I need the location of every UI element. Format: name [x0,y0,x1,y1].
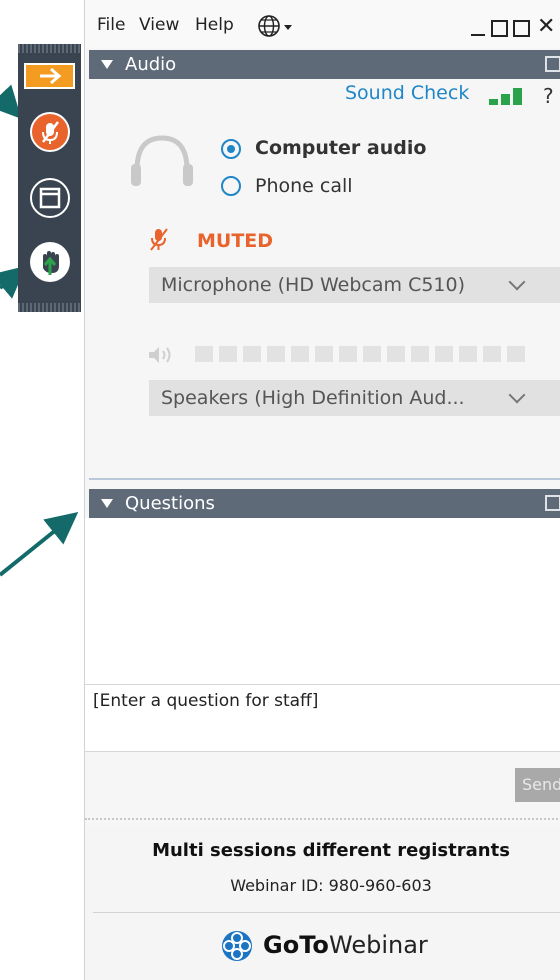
mute-microphone-button[interactable] [30,112,70,152]
question-input[interactable]: [Enter a question for staff] [85,684,560,752]
close-button[interactable]: ✕ [537,14,555,39]
speaker-volume-icon [149,347,171,363]
minimize-button[interactable] [471,34,485,36]
computer-audio-radio[interactable] [221,139,241,159]
menu-help[interactable]: Help [195,15,234,35]
muted-status: MUTED [197,230,274,252]
logo-text-bold: GoTo [263,931,329,959]
session-info: Multi sessions different registrants Web… [85,826,560,980]
audio-header[interactable]: Audio [89,50,560,79]
sound-check-link[interactable]: Sound Check [345,82,469,104]
muted-microphone-icon [42,121,59,144]
menu-view[interactable]: View [139,15,179,35]
menu-file[interactable]: File [97,15,125,35]
signal-strength-icon [489,88,529,108]
popout-icon[interactable] [545,56,560,72]
annotation-arrow-2 [0,265,27,299]
logo-text-light: Webinar [329,931,428,959]
questions-header[interactable]: Questions [89,489,560,518]
phone-call-label[interactable]: Phone call [255,175,353,197]
microphone-select[interactable]: Microphone (HD Webcam C510) [149,267,560,303]
chevron-down-icon [508,386,526,404]
annotation-arrow-1 [0,84,22,119]
help-icon[interactable]: ? [543,84,554,108]
language-menu[interactable] [257,14,297,38]
collapse-panel-button[interactable] [18,53,81,89]
footer-divider [93,912,560,913]
footer-divider-dotted [85,818,560,820]
session-title: Multi sessions different registrants [152,840,510,861]
speakers-select[interactable]: Speakers (High Definition Aud... [149,380,560,416]
menu-bar: File View Help ✕ [85,0,560,48]
collapse-triangle-icon [101,60,113,69]
chevron-down-icon [508,273,526,291]
speakers-select-value: Speakers (High Definition Aud... [161,387,465,409]
questions-log [85,518,560,684]
popout-icon[interactable] [545,495,560,511]
speaker-level-meter [195,346,535,362]
annotation-arrow-3 [0,511,79,577]
microphone-select-value: Microphone (HD Webcam C510) [161,274,466,296]
globe-icon [258,15,292,37]
gotowebinar-logo: GoTo Webinar [219,928,459,964]
muted-mic-icon [150,228,168,251]
screen-view-button[interactable] [30,178,70,218]
send-button[interactable]: Send [515,768,560,802]
question-input-placeholder: [Enter a question for staff] [93,691,319,711]
raise-hand-button[interactable] [30,242,70,282]
headset-icon [131,135,193,186]
collapse-triangle-icon [101,499,113,508]
control-toolbar [18,44,81,312]
orange-arrow-icon [24,63,75,89]
window-icon [39,187,61,209]
send-button-label: Send [522,775,560,794]
questions-header-title: Questions [125,493,215,514]
audio-section-divider [89,478,560,480]
gotowebinar-control-panel: File View Help ✕ Audio Sound Check ? Com… [84,0,560,980]
maximize-button[interactable] [491,20,508,37]
computer-audio-label[interactable]: Computer audio [255,137,426,159]
flower-logo-icon [222,931,252,961]
webinar-id: Webinar ID: 980-960-603 [230,876,432,895]
raise-hand-icon [43,251,59,275]
popout-button[interactable] [513,20,530,37]
phone-call-radio[interactable] [221,176,241,196]
audio-header-title: Audio [125,54,177,75]
